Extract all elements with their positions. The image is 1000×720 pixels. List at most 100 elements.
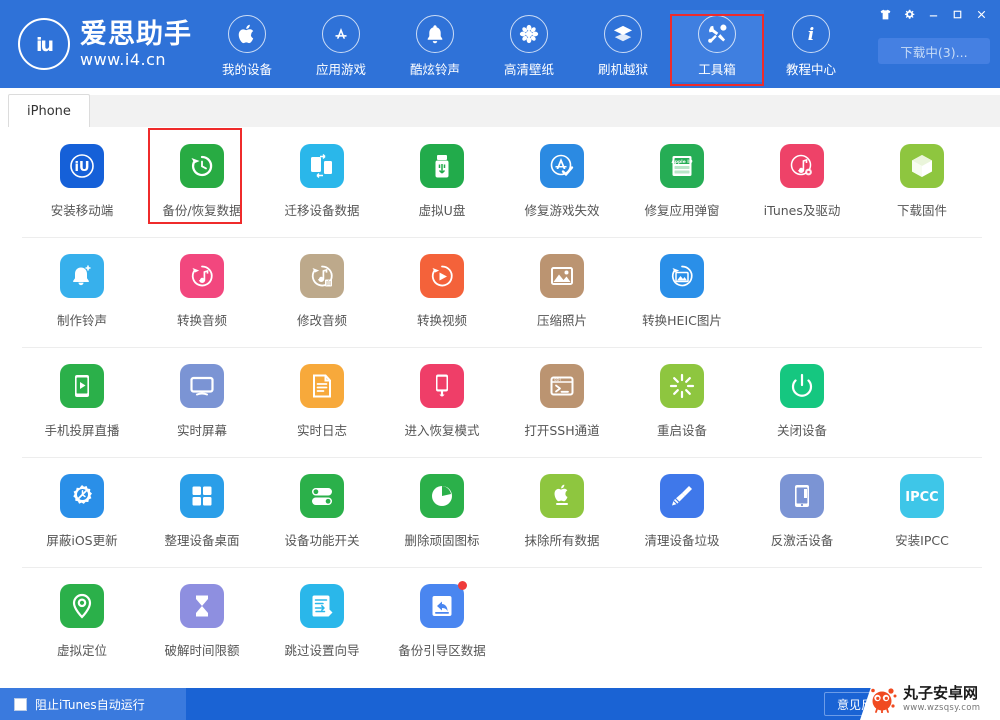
- tool-feature-toggle[interactable]: 设备功能开关: [262, 458, 382, 568]
- virtual-location-icon: [60, 584, 104, 628]
- tool-label: 破解时间限额: [164, 643, 240, 658]
- tool-label: 进入恢复模式: [404, 423, 480, 438]
- tool-fix-app-popup[interactable]: Apple ID 修复应用弹窗: [622, 128, 742, 238]
- nav-label: 教程中心: [785, 62, 836, 77]
- make-ringtone-icon: [60, 254, 104, 298]
- tool-install-ipcc[interactable]: IPCC 安装IPCC: [862, 458, 982, 568]
- tool-label: 转换视频: [416, 313, 467, 328]
- tool-skip-setup[interactable]: 跳过设置向导: [262, 568, 382, 678]
- tool-edit-audio[interactable]: 自 修改音频: [262, 238, 382, 348]
- tool-itunes-driver[interactable]: iTunes及驱动: [742, 128, 862, 238]
- minimize-icon[interactable]: [922, 4, 944, 24]
- firmware-icon: [900, 144, 944, 188]
- tool-backup-boot-data[interactable]: 备份引导区数据: [382, 568, 502, 678]
- organize-desktop-icon: [180, 474, 224, 518]
- tool-fix-game[interactable]: 修复游戏失效: [502, 128, 622, 238]
- tool-ssh-tunnel[interactable]: SSH 打开SSH通道: [502, 348, 622, 458]
- live-log-icon: [300, 364, 344, 408]
- nav-item-tutorials[interactable]: i 教程中心: [764, 10, 858, 82]
- tool-convert-audio[interactable]: 转换音频: [142, 238, 262, 348]
- migrate-data-icon: [300, 144, 344, 188]
- screen-cast-icon: [60, 364, 104, 408]
- close-icon[interactable]: [970, 4, 992, 24]
- nav-item-flash-jailbreak[interactable]: 刷机越狱: [576, 10, 670, 82]
- tool-block-ios-update[interactable]: 屏蔽iOS更新: [22, 458, 142, 568]
- nav-label: 高清壁纸: [503, 62, 554, 77]
- maximize-icon[interactable]: [946, 4, 968, 24]
- tool-make-ringtone[interactable]: 制作铃声: [22, 238, 142, 348]
- tool-label: 安装移动端: [50, 203, 114, 218]
- nav-label: 应用游戏: [315, 62, 366, 77]
- shirt-icon[interactable]: [874, 4, 896, 24]
- tool-live-log[interactable]: 实时日志: [262, 348, 382, 458]
- nav-item-apps-games[interactable]: 应用游戏: [294, 10, 388, 82]
- tool-live-screen[interactable]: 实时屏幕: [142, 348, 262, 458]
- nav-label: 工具箱: [698, 62, 736, 77]
- tool-install-mobile[interactable]: iU 安装移动端: [22, 128, 142, 238]
- svg-text:i: i: [808, 25, 814, 45]
- site-watermark: 丸子安卓网 www.wzsqsy.com: [860, 678, 1000, 720]
- reboot-device-icon: [660, 364, 704, 408]
- nav-label: 酷炫铃声: [409, 62, 460, 77]
- i4-logo-icon: iu: [18, 18, 70, 70]
- tool-virtual-location[interactable]: 虚拟定位: [22, 568, 142, 678]
- tool-power-off[interactable]: 关闭设备: [742, 348, 862, 458]
- tool-recovery-mode[interactable]: 进入恢复模式: [382, 348, 502, 458]
- gear-icon[interactable]: [898, 4, 920, 24]
- tool-crack-screen-time[interactable]: 破解时间限额: [142, 568, 262, 678]
- status-bar: 阻止iTunes自动运行 意见反馈 微信公众号: [0, 678, 1000, 720]
- nav-item-my-device[interactable]: 我的设备: [200, 10, 294, 82]
- tool-convert-video[interactable]: 转换视频: [382, 238, 502, 348]
- tool-reboot-device[interactable]: 重启设备: [622, 348, 742, 458]
- tool-clean-junk[interactable]: 清理设备垃圾: [622, 458, 742, 568]
- tool-erase-all-data[interactable]: 抹除所有数据: [502, 458, 622, 568]
- nav-item-wallpapers[interactable]: 高清壁纸: [482, 10, 576, 82]
- tool-label: 转换HEIC图片: [642, 313, 722, 328]
- tool-migrate-data[interactable]: 迁移设备数据: [262, 128, 382, 238]
- tool-label: 安装IPCC: [895, 533, 949, 548]
- tool-virtual-usb[interactable]: 虚拟U盘: [382, 128, 502, 238]
- backup-restore-icon: [180, 144, 224, 188]
- tool-label: 删除顽固图标: [404, 533, 480, 548]
- app-header: iu 爱思助手 www.i4.cn 我的设备 应用游戏 酷炫铃声 高清壁纸 刷机…: [0, 0, 1000, 88]
- svg-text:SSH: SSH: [554, 378, 561, 382]
- window-controls: [874, 4, 992, 24]
- info-icon: i: [792, 15, 830, 53]
- tool-screen-cast[interactable]: 手机投屏直播: [22, 348, 142, 458]
- watermark-logo-icon: [868, 685, 898, 714]
- block-itunes-checkbox[interactable]: [14, 697, 27, 711]
- tool-row: 屏蔽iOS更新 整理设备桌面 设备功能开关 删除顽固图标 抹除所有数据 清理设备…: [22, 458, 982, 568]
- tool-download-firmware[interactable]: 下载固件: [862, 128, 982, 238]
- brand-name: 爱思助手: [80, 18, 192, 50]
- tool-organize-desktop[interactable]: 整理设备桌面: [142, 458, 262, 568]
- download-status-button[interactable]: 下载中(3)...: [878, 38, 990, 64]
- apple-id-icon: Apple ID: [660, 144, 704, 188]
- tool-convert-heic[interactable]: 转换HEIC图片: [622, 238, 742, 348]
- power-off-icon: [780, 364, 824, 408]
- watermark-title: 丸子安卓网: [903, 683, 979, 702]
- skip-setup-icon: [300, 584, 344, 628]
- tool-deactivate-device[interactable]: 反激活设备: [742, 458, 862, 568]
- nav-item-toolbox[interactable]: 工具箱: [670, 10, 764, 82]
- tool-backup-restore[interactable]: 备份/恢复数据: [142, 128, 262, 238]
- i4-app-icon: iU: [60, 144, 104, 188]
- remove-icon-icon: [420, 474, 464, 518]
- tool-label: 下载固件: [896, 203, 947, 218]
- convert-video-icon: [420, 254, 464, 298]
- tool-label: 修复应用弹窗: [644, 203, 720, 218]
- deactivate-icon: [780, 474, 824, 518]
- toolbox-content: iU 安装移动端 备份/恢复数据 迁移设备数据 虚拟U盘 修复游戏失效 Appl…: [0, 128, 1000, 688]
- tool-remove-stubborn-icon[interactable]: 删除顽固图标: [382, 458, 502, 568]
- tool-label: 设备功能开关: [284, 533, 360, 548]
- edit-audio-icon: 自: [300, 254, 344, 298]
- tool-row: iU 安装移动端 备份/恢复数据 迁移设备数据 虚拟U盘 修复游戏失效 Appl…: [22, 128, 982, 238]
- heic-convert-icon: [660, 254, 704, 298]
- block-itunes-option[interactable]: 阻止iTunes自动运行: [0, 688, 186, 720]
- tool-compress-photo[interactable]: 压缩照片: [502, 238, 622, 348]
- block-ios-update-icon: [60, 474, 104, 518]
- tab-iphone[interactable]: iPhone: [8, 94, 90, 128]
- nav-item-ringtones[interactable]: 酷炫铃声: [388, 10, 482, 82]
- svg-text:IPCC: IPCC: [905, 490, 938, 505]
- live-screen-icon: [180, 364, 224, 408]
- tool-label: 制作铃声: [56, 313, 107, 328]
